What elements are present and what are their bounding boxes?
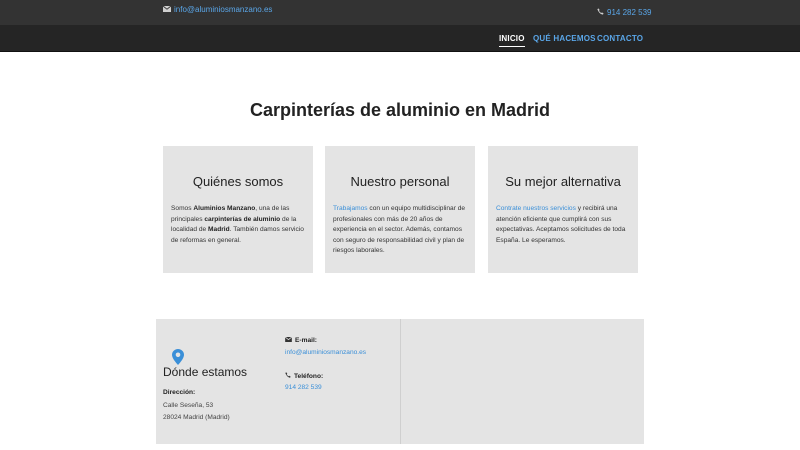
address-city: 28024 Madrid (Madrid) [163, 414, 230, 421]
envelope-icon [284, 336, 293, 344]
phone-label-row: Teléfono: [285, 372, 323, 380]
top-contact-bar: info@aluminiosmanzano.es 914 282 539 [0, 0, 800, 25]
phone-icon [597, 8, 604, 17]
nav-que-hacemos[interactable]: QUÉ HACEMOS [533, 34, 596, 43]
card-title: Quiénes somos [192, 174, 284, 189]
top-email-link[interactable]: info@aluminiosmanzano.es [162, 5, 273, 14]
card-text: Somos Aluminios Manzano, una de las prin… [171, 205, 304, 244]
footer-email-link[interactable]: info@aluminiosmanzano.es [285, 349, 366, 356]
card-title: Su mejor alternativa [505, 174, 621, 189]
footer-phone-link[interactable]: 914 282 539 [285, 384, 322, 391]
top-phone-link[interactable]: 914 282 539 [597, 8, 652, 17]
address-label: Dirección: [163, 389, 196, 396]
card-quienes-somos: Quiénes somos Somos Aluminios Manzano, u… [163, 146, 313, 273]
phone-label: Teléfono: [294, 372, 324, 380]
envelope-icon [162, 5, 172, 14]
address-street: Calle Seseña, 53 [163, 402, 214, 409]
main-navbar: INICIO QUÉ HACEMOS CONTACTO [0, 25, 800, 52]
card-title: Nuestro personal [350, 174, 450, 189]
card-text: Contrate nuestros servicios y recibirá u… [496, 205, 626, 244]
email-label-row: E-mail: [284, 336, 317, 344]
nav-inicio[interactable]: INICIO [499, 34, 525, 47]
top-email-text: info@aluminiosmanzano.es [174, 5, 273, 14]
email-label: E-mail: [295, 337, 317, 344]
card-nuestro-personal: Nuestro personal Trabajamos con un equip… [325, 146, 475, 273]
trabajamos-link[interactable]: Trabajamos [333, 205, 368, 212]
top-phone-text: 914 282 539 [607, 8, 652, 17]
card-su-mejor-alternativa: Su mejor alternativa Contrate nuestros s… [488, 146, 638, 273]
nav-contacto[interactable]: CONTACTO [597, 34, 643, 43]
contrate-servicios-link[interactable]: Contrate nuestros servicios [496, 205, 576, 212]
section-divider [400, 319, 401, 444]
phone-icon [285, 372, 291, 380]
card-text: Trabajamos con un equipo multidisciplina… [333, 205, 466, 254]
page-title: Carpinterías de aluminio en Madrid [249, 100, 551, 120]
location-heading: Dónde estamos [163, 365, 248, 379]
